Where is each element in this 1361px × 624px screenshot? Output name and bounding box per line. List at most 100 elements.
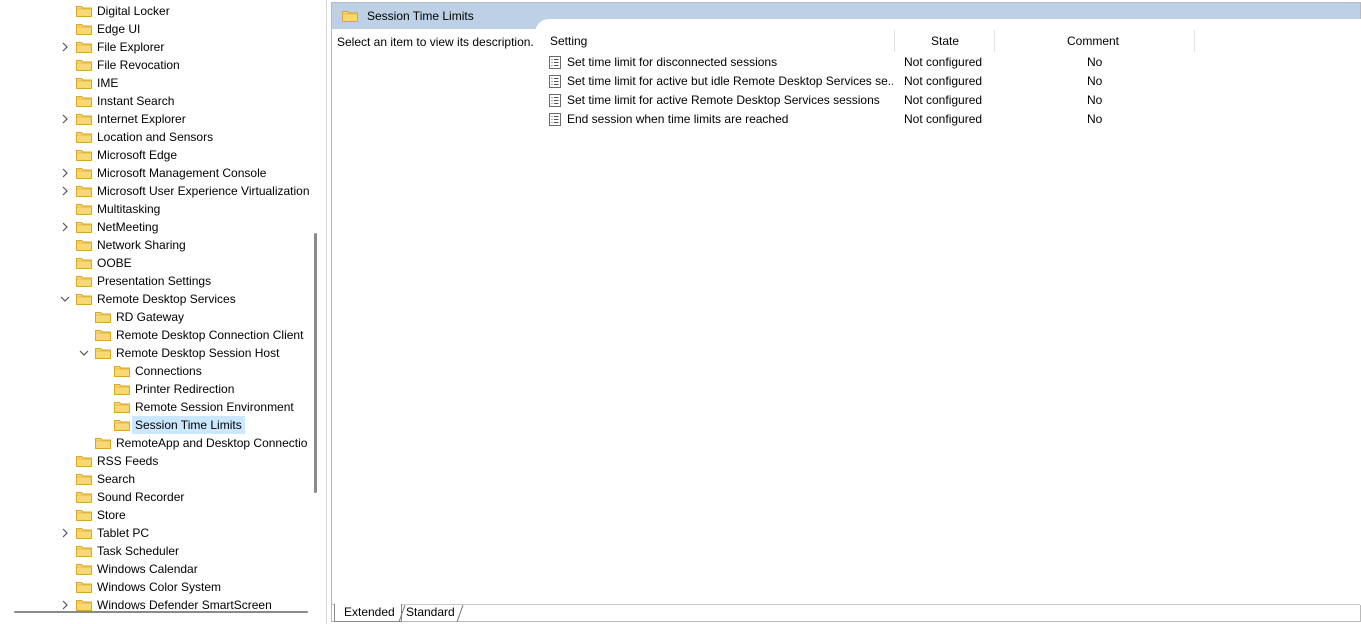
chevron-right-icon[interactable] bbox=[59, 38, 71, 56]
tab-extended[interactable]: Extended bbox=[334, 604, 402, 622]
description-text: Select an item to view its description. bbox=[337, 35, 534, 49]
folder-icon bbox=[76, 509, 92, 521]
column-header-comment[interactable]: Comment bbox=[1067, 30, 1119, 52]
tree-item[interactable]: Remote Session Environment bbox=[0, 398, 312, 416]
details-pane: Session Time Limits Select an item to vi… bbox=[331, 2, 1361, 623]
tree-item[interactable]: Location and Sensors bbox=[0, 128, 312, 146]
tree-item-label: OOBE bbox=[97, 256, 132, 270]
tree-item[interactable]: Printer Redirection bbox=[0, 380, 312, 398]
tree-item[interactable]: Instant Search bbox=[0, 92, 312, 110]
chevron-right-icon[interactable] bbox=[59, 524, 71, 542]
tree-item[interactable]: Session Time Limits bbox=[0, 416, 312, 434]
setting-row[interactable]: Set time limit for active but idle Remot… bbox=[546, 72, 1186, 91]
folder-icon bbox=[76, 131, 92, 143]
tree-item[interactable]: Multitasking bbox=[0, 200, 312, 218]
folder-icon bbox=[76, 5, 92, 17]
tree-item[interactable]: Microsoft Edge bbox=[0, 146, 312, 164]
folder-icon bbox=[114, 383, 130, 395]
setting-row[interactable]: End session when time limits are reached… bbox=[546, 110, 1186, 129]
tree-item-label: Remote Desktop Services bbox=[97, 292, 236, 306]
tree-item-label: Session Time Limits bbox=[132, 416, 245, 434]
folder-icon bbox=[95, 311, 111, 323]
tree-item[interactable]: Windows Calendar bbox=[0, 560, 312, 578]
tree-item[interactable]: Network Sharing bbox=[0, 236, 312, 254]
tree-item[interactable]: Tablet PC bbox=[0, 524, 312, 542]
chevron-right-icon[interactable] bbox=[59, 218, 71, 236]
setting-row[interactable]: Set time limit for disconnected sessions… bbox=[546, 53, 1186, 72]
folder-icon bbox=[114, 401, 130, 413]
setting-name: End session when time limits are reached bbox=[567, 112, 789, 126]
tree-item-label: File Explorer bbox=[97, 40, 165, 54]
setting-state: Not configured bbox=[904, 55, 983, 69]
column-divider[interactable] bbox=[1194, 30, 1195, 52]
tree-item-label: Presentation Settings bbox=[97, 274, 212, 288]
tree-item[interactable]: OOBE bbox=[0, 254, 312, 272]
tree-item[interactable]: Microsoft User Experience Virtualization bbox=[0, 182, 312, 200]
tree-item-label: RemoteApp and Desktop Connectio bbox=[116, 436, 308, 450]
tree-item[interactable]: Search bbox=[0, 470, 312, 488]
view-tab-strip: Extended Standard bbox=[332, 604, 1360, 623]
tree-item[interactable]: Sound Recorder bbox=[0, 488, 312, 506]
folder-icon bbox=[76, 77, 92, 89]
tree-item-label: Network Sharing bbox=[97, 238, 186, 252]
tree-item[interactable]: RD Gateway bbox=[0, 308, 312, 326]
tree-item-label: Connections bbox=[135, 364, 202, 378]
tree-item[interactable]: Microsoft Management Console bbox=[0, 164, 312, 182]
tree-item[interactable]: Edge UI bbox=[0, 20, 312, 38]
tree-item-label: Windows Calendar bbox=[97, 562, 198, 576]
chevron-down-icon[interactable] bbox=[78, 344, 90, 362]
folder-icon bbox=[76, 455, 92, 467]
folder-icon bbox=[95, 347, 111, 359]
tree-item[interactable]: File Explorer bbox=[0, 38, 312, 56]
tree-item-label: NetMeeting bbox=[97, 220, 159, 234]
setting-comment: No bbox=[1087, 74, 1103, 88]
tree-item[interactable]: RemoteApp and Desktop Connectio bbox=[0, 434, 312, 452]
tree-item[interactable]: Internet Explorer bbox=[0, 110, 312, 128]
column-header-state[interactable]: State bbox=[931, 30, 959, 52]
chevron-right-icon[interactable] bbox=[59, 182, 71, 200]
tree-item[interactable]: Digital Locker bbox=[0, 2, 312, 20]
tree-item[interactable]: Presentation Settings bbox=[0, 272, 312, 290]
setting-name: Set time limit for active but idle Remot… bbox=[567, 74, 893, 88]
tree-item-label: Task Scheduler bbox=[97, 544, 180, 558]
setting-row[interactable]: Set time limit for active Remote Desktop… bbox=[546, 91, 1186, 110]
tree-item[interactable]: Remote Desktop Session Host bbox=[0, 344, 312, 362]
tree-item[interactable]: RSS Feeds bbox=[0, 452, 312, 470]
tree-item[interactable]: Store bbox=[0, 506, 312, 524]
tree-item[interactable]: IME bbox=[0, 74, 312, 92]
folder-icon bbox=[76, 41, 92, 53]
tree-item-label: Remote Desktop Session Host bbox=[116, 346, 280, 360]
chevron-down-icon[interactable] bbox=[59, 290, 71, 308]
tree-item[interactable]: Remote Desktop Connection Client bbox=[0, 326, 312, 344]
tree-item[interactable]: Task Scheduler bbox=[0, 542, 312, 560]
header-title: Session Time Limits bbox=[367, 9, 474, 23]
folder-icon bbox=[76, 203, 92, 215]
tree-item-label: Digital Locker bbox=[97, 4, 170, 18]
chevron-right-icon[interactable] bbox=[59, 164, 71, 182]
column-divider[interactable] bbox=[894, 30, 895, 52]
chevron-right-icon[interactable] bbox=[59, 110, 71, 128]
tree-item-label: File Revocation bbox=[97, 58, 180, 72]
tree-item[interactable]: Connections bbox=[0, 362, 312, 380]
folder-icon bbox=[76, 599, 92, 611]
tree-item-label: RD Gateway bbox=[116, 310, 185, 324]
tree-item-label: Tablet PC bbox=[97, 526, 150, 540]
tree-item-label: Printer Redirection bbox=[135, 382, 235, 396]
column-divider[interactable] bbox=[994, 30, 995, 52]
tree-item-label: Search bbox=[97, 472, 136, 486]
tree-item-label: Multitasking bbox=[97, 202, 161, 216]
tree-item[interactable]: File Revocation bbox=[0, 56, 312, 74]
tree-item[interactable]: Remote Desktop Services bbox=[0, 290, 312, 308]
setting-name: Set time limit for disconnected sessions bbox=[567, 55, 778, 69]
folder-icon bbox=[76, 23, 92, 35]
tree-horizontal-scrollbar[interactable] bbox=[14, 611, 308, 613]
folder-icon bbox=[76, 563, 92, 575]
column-header-setting[interactable]: Setting bbox=[550, 30, 587, 52]
tree-list: Digital Locker Edge UI File Explorer File R… bbox=[0, 2, 312, 614]
tree-item-label: Remote Session Environment bbox=[135, 400, 294, 414]
tree-item[interactable]: NetMeeting bbox=[0, 218, 312, 236]
tree-vertical-scrollbar[interactable] bbox=[314, 233, 317, 493]
tree-item-label: Location and Sensors bbox=[97, 130, 214, 144]
tree-item[interactable]: Windows Color System bbox=[0, 578, 312, 596]
folder-icon bbox=[76, 275, 92, 287]
